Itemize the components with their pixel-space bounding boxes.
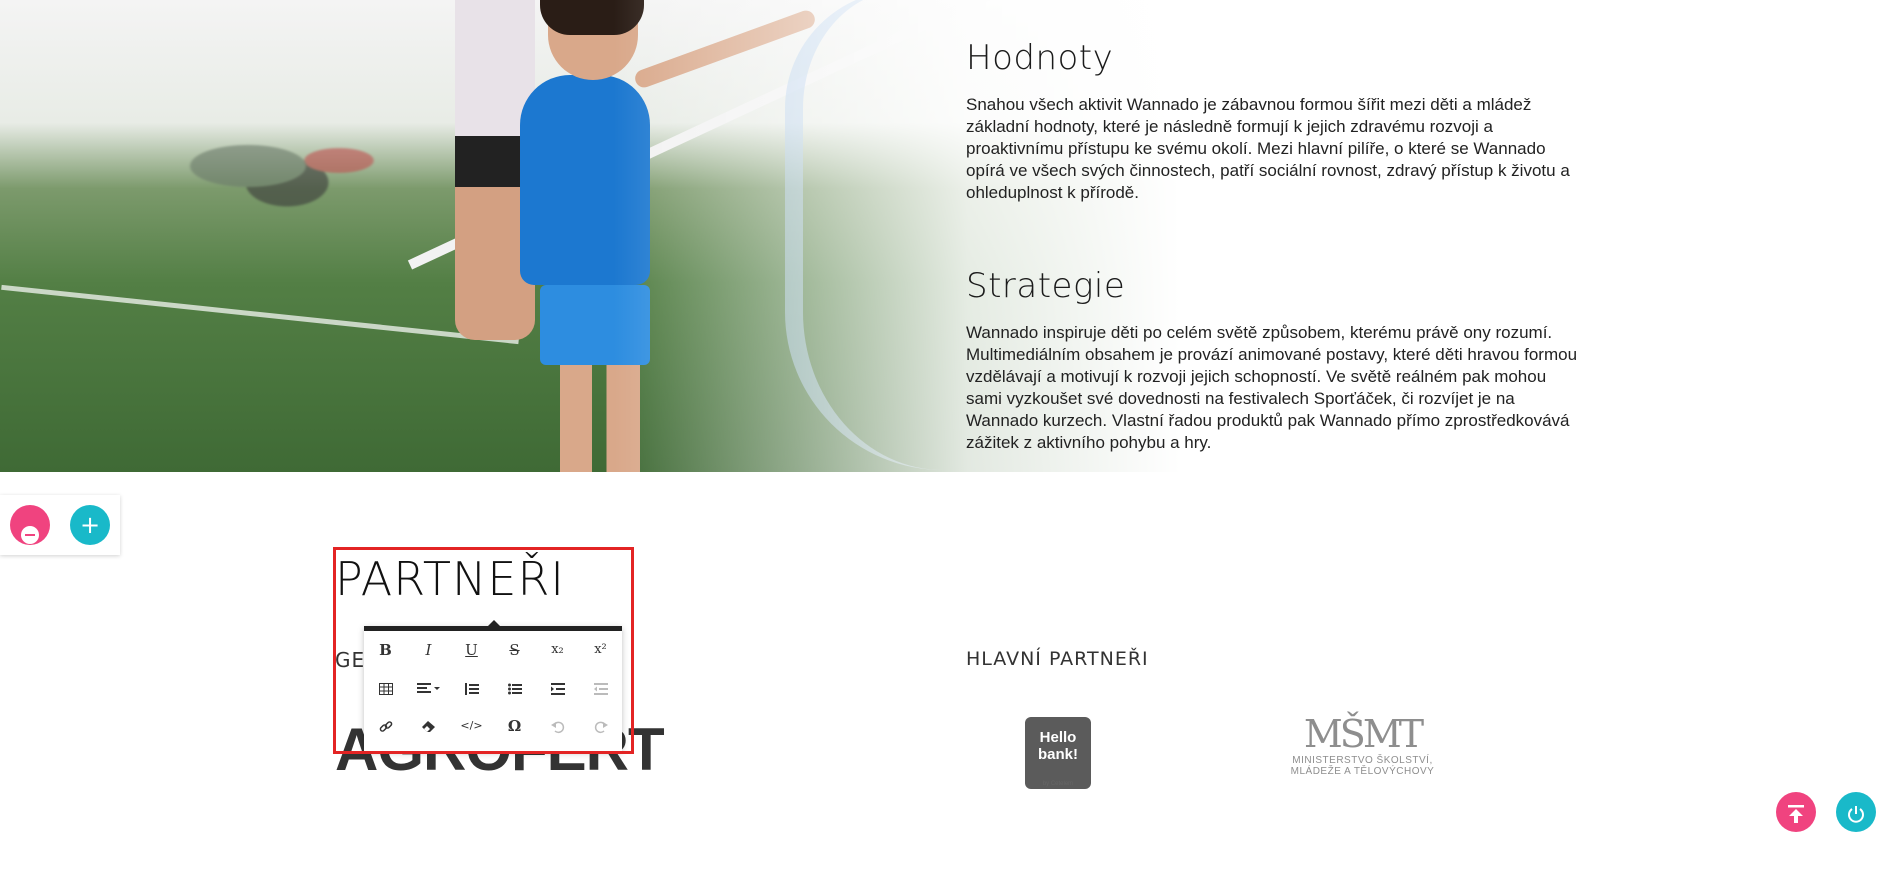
code-view-button[interactable]: </> xyxy=(450,707,493,745)
strikethrough-button[interactable]: S xyxy=(493,631,536,669)
hellobank-line1: Hello xyxy=(1039,729,1077,746)
hellobank-line2: bank! xyxy=(1037,746,1078,763)
hero-photo xyxy=(0,0,1893,472)
add-section-button[interactable]: + xyxy=(70,505,110,545)
msmt-mark: MŠMT xyxy=(1303,712,1424,756)
undo-button[interactable] xyxy=(536,707,579,745)
main-partners-label: HLAVNÍ PARTNEŘI xyxy=(966,648,1149,670)
section-text: Snahou všech aktivit Wannado je zábavnou… xyxy=(966,95,1570,202)
plus-icon: + xyxy=(79,511,101,539)
align-dropdown[interactable] xyxy=(407,669,450,707)
scroll-to-top-button[interactable] xyxy=(1776,792,1816,832)
redo-button[interactable] xyxy=(579,707,622,745)
general-partner-label: GE xyxy=(335,648,366,672)
italic-button[interactable]: I xyxy=(407,631,450,669)
section-text: Wannado inspiruje děti po celém světě zp… xyxy=(966,323,1578,452)
eraser-icon xyxy=(421,721,435,732)
minus-icon xyxy=(21,526,39,544)
special-character-button[interactable]: Ω xyxy=(493,707,536,745)
power-button[interactable] xyxy=(1836,792,1876,832)
msmt-line2: MLÁDEŽE A TĚLOVÝCHOVY xyxy=(1290,766,1435,777)
remove-section-button[interactable] xyxy=(10,505,50,545)
section-title: Hodnoty xyxy=(966,38,1114,78)
hellobank-sub: by Cetelem xyxy=(1042,781,1074,787)
indent-icon xyxy=(550,683,565,695)
hellobank-logo[interactable]: Hello bank! xyxy=(1025,717,1091,789)
bold-button[interactable]: B xyxy=(364,631,407,669)
toolbar-row xyxy=(364,669,622,707)
partners-title[interactable]: PARTNEŘI xyxy=(335,552,565,606)
align-left-icon xyxy=(416,683,440,693)
section-title: Strategie xyxy=(966,266,1126,306)
outdent-button[interactable] xyxy=(579,669,622,707)
msmt-logo[interactable]: MŠMT MINISTERSTVO ŠKOLSTVÍ, MLÁDEŽE A TĚ… xyxy=(1280,713,1445,793)
scroll-top-icon xyxy=(1788,804,1804,823)
underline-button[interactable]: U xyxy=(450,631,493,669)
section-control-bar: + xyxy=(0,495,120,555)
toolbar-row: </> Ω xyxy=(364,707,622,745)
ordered-list-icon xyxy=(464,683,479,695)
unordered-list-icon xyxy=(507,683,522,695)
msmt-line1: MINISTERSTVO ŠKOLSTVÍ, xyxy=(1292,755,1433,766)
unordered-list-button[interactable] xyxy=(493,669,536,707)
table-button[interactable] xyxy=(364,669,407,707)
indent-button[interactable] xyxy=(536,669,579,707)
link-button[interactable] xyxy=(364,707,407,745)
table-icon xyxy=(378,683,393,695)
undo-icon xyxy=(550,721,564,734)
power-icon xyxy=(1848,805,1864,823)
outdent-icon xyxy=(593,683,608,695)
ordered-list-button[interactable] xyxy=(450,669,493,707)
subscript-button[interactable]: x₂ xyxy=(536,631,579,669)
rich-text-toolbar: B I U S x₂ x² </> Ω xyxy=(364,620,622,751)
toolbar-row: B I U S x₂ x² xyxy=(364,631,622,669)
clear-formatting-button[interactable] xyxy=(407,707,450,745)
redo-icon xyxy=(594,721,608,734)
link-icon xyxy=(379,721,392,732)
superscript-button[interactable]: x² xyxy=(579,631,622,669)
